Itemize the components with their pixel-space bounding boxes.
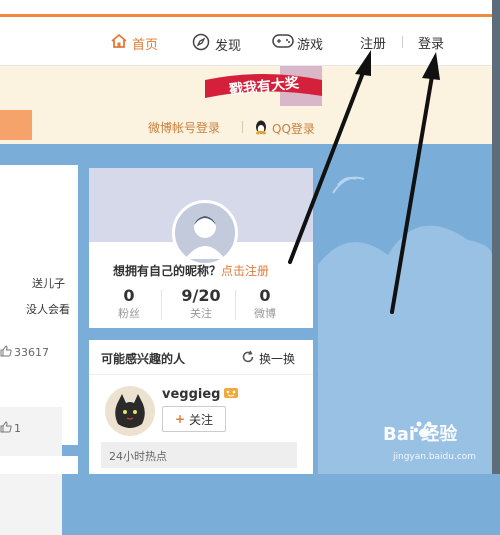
annotation-arrows	[288, 50, 440, 314]
arrow-head-icon	[355, 50, 371, 76]
paw-icon	[413, 418, 435, 445]
window-edge	[492, 0, 500, 474]
watermark-url: jingyan.baidu.com	[393, 452, 477, 462]
baidu-watermark: Bai 经验	[383, 420, 457, 446]
arrow-head-icon	[422, 52, 440, 80]
